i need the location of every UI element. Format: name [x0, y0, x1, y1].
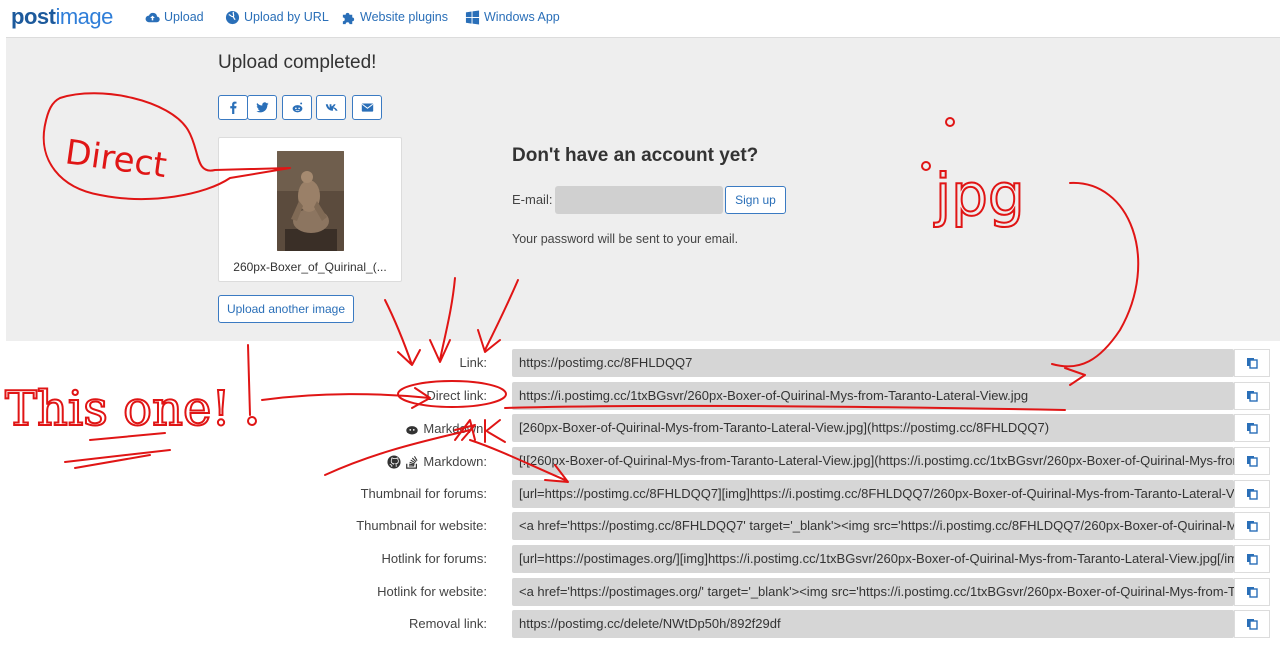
logo-part-post: post: [11, 4, 56, 29]
row-label-thumbnail-website: Thumbnail for website:: [356, 518, 487, 533]
copy-hotlink-forums-button[interactable]: [1234, 545, 1270, 573]
copy-icon: [1247, 521, 1258, 532]
copy-icon: [1247, 423, 1258, 434]
copy-icon: [1247, 619, 1258, 630]
copy-icon: [1247, 358, 1258, 369]
this-one-underline: [64, 432, 171, 469]
row-label-text: Hotlink for forums:: [381, 551, 487, 566]
row-label-removal-link: Removal link:: [409, 616, 487, 631]
row-label-markdown-github: Markdown:: [387, 454, 487, 469]
row-label-text: Thumbnail for forums:: [360, 486, 487, 501]
copy-icon: [1247, 456, 1258, 467]
thumbnail-website-field[interactable]: <a href='https://postimg.cc/8FHLDQQ7' ta…: [512, 512, 1234, 540]
markdown-github-field[interactable]: [![260px-Boxer-of-Quirinal-Mys-from-Tara…: [512, 447, 1234, 475]
copy-icon: [1247, 587, 1258, 598]
copy-thumbnail-website-button[interactable]: [1234, 512, 1270, 540]
vertical-line-this-one: [247, 344, 251, 416]
upload-completed-title: Upload completed!: [218, 52, 377, 73]
email-label: E-mail:: [512, 192, 553, 207]
row-label-hotlink-website: Hotlink for website:: [377, 584, 487, 599]
puzzle-icon: [342, 12, 355, 24]
share-email-button[interactable]: [352, 95, 382, 120]
share-vk-button[interactable]: [316, 95, 346, 120]
row-label-link: Link:: [460, 355, 487, 370]
sign-up-button[interactable]: Sign up: [725, 186, 786, 214]
upload-another-image-button[interactable]: Upload another image: [218, 295, 354, 323]
copy-thumbnail-forums-button[interactable]: [1234, 480, 1270, 508]
copy-removal-link-button[interactable]: [1234, 610, 1270, 638]
account-title: Don't have an account yet?: [512, 145, 759, 166]
copy-hotlink-website-button[interactable]: [1234, 578, 1270, 606]
share-twitter-button[interactable]: [247, 95, 277, 120]
nav-website-plugins[interactable]: Website plugins: [341, 8, 448, 26]
envelope-icon: [361, 103, 373, 112]
password-note: Your password will be sent to your email…: [512, 232, 739, 246]
uploaded-image-thumbnail[interactable]: [277, 151, 344, 251]
row-label-text: Hotlink for website:: [377, 584, 487, 599]
logo-part-image: image: [55, 4, 113, 29]
uploaded-image-filename: 260px-Boxer_of_Quirinal_(...: [233, 260, 387, 274]
row-label-direct-link: Direct link:: [426, 388, 487, 403]
thumbnail-forums-field[interactable]: [url=https://postimg.cc/8FHLDQQ7][img]ht…: [512, 480, 1234, 508]
row-label-text: Markdown:: [423, 421, 487, 436]
nav-upload-by-url-label: Upload by URL: [244, 10, 329, 24]
nav-windows-app-label: Windows App: [484, 10, 560, 24]
stackoverflow-icon: [406, 455, 418, 469]
reddit-icon: [292, 102, 302, 113]
row-label-text: Removal link:: [408, 616, 487, 631]
row-label-thumbnail-forums: Thumbnail for forums:: [361, 486, 487, 501]
facebook-icon: [229, 101, 237, 114]
postimage-logo[interactable]: postimage: [11, 4, 113, 30]
statue-image: [277, 151, 344, 251]
annotation-this-one: This one!: [5, 381, 231, 437]
github-icon: [387, 454, 401, 469]
top-navbar: postimage Upload Upload by URL Website p…: [0, 0, 1280, 37]
copy-icon: [1247, 391, 1258, 402]
nav-upload[interactable]: Upload: [145, 8, 204, 26]
direct-link-field[interactable]: https://i.postimg.cc/1txBGsvr/260px-Boxe…: [512, 382, 1234, 410]
row-label-text: Link:: [459, 355, 487, 370]
share-reddit-button[interactable]: [282, 95, 312, 120]
copy-markdown-github-button[interactable]: [1234, 447, 1270, 475]
windows-icon: [465, 9, 480, 25]
globe-icon: [225, 10, 240, 24]
twitter-icon: [255, 102, 269, 113]
cloud-upload-icon: [145, 12, 160, 22]
row-label-text: Markdown:: [423, 454, 487, 469]
copy-direct-link-button[interactable]: [1234, 382, 1270, 410]
copy-icon: [1247, 489, 1258, 500]
copy-markdown-reddit-button[interactable]: [1234, 414, 1270, 442]
link-field[interactable]: https://postimg.cc/8FHLDQQ7: [512, 349, 1234, 377]
nav-website-plugins-label: Website plugins: [360, 10, 449, 24]
vk-icon: [325, 104, 338, 111]
this-one-arrow: [261, 387, 431, 409]
email-input[interactable]: [555, 186, 723, 214]
nav-windows-app[interactable]: Windows App: [465, 8, 560, 26]
copy-link-button[interactable]: [1234, 349, 1270, 377]
row-label-markdown-reddit: Markdown:: [405, 421, 487, 436]
nav-upload-by-url[interactable]: Upload by URL: [225, 8, 329, 26]
hotlink-forums-field[interactable]: [url=https://postimages.org/][img]https:…: [512, 545, 1234, 573]
row-label-hotlink-forums: Hotlink for forums:: [382, 551, 487, 566]
share-facebook-button[interactable]: [218, 95, 248, 120]
row-label-text: Direct link:: [426, 388, 487, 403]
reddit-icon: [406, 425, 419, 435]
copy-icon: [1247, 554, 1258, 565]
uploaded-image-card[interactable]: 260px-Boxer_of_Quirinal_(...: [218, 137, 402, 282]
markdown-reddit-field[interactable]: [260px-Boxer-of-Quirinal-Mys-from-Tarant…: [512, 414, 1234, 442]
removal-link-field[interactable]: https://postimg.cc/delete/NWtDp50h/892f2…: [512, 610, 1234, 638]
hotlink-website-field[interactable]: <a href='https://postimages.org/' target…: [512, 578, 1234, 606]
nav-upload-label: Upload: [164, 10, 204, 24]
this-one-dot: [247, 416, 257, 426]
row-label-text: Thumbnail for website:: [356, 518, 487, 533]
